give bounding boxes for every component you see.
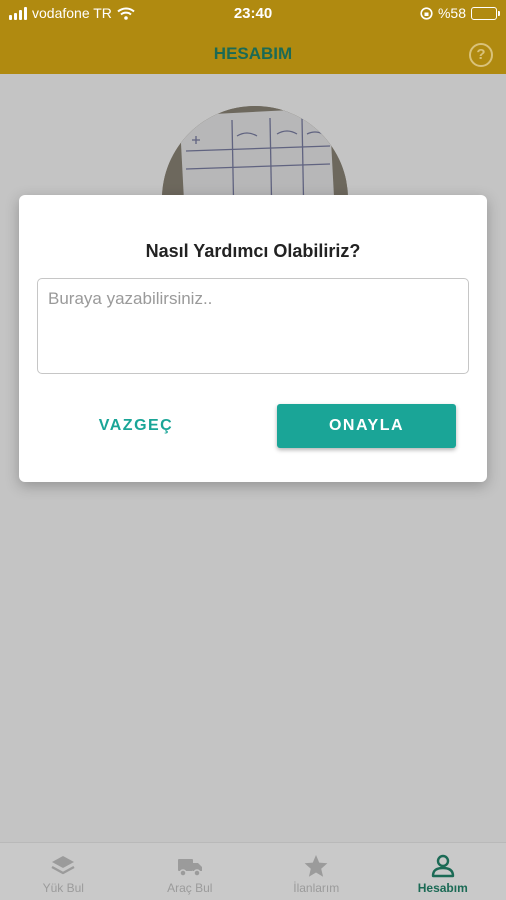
tab-ilanlarim[interactable]: İlanlarım <box>253 843 380 900</box>
status-bar: vodafone TR 23:40 %58 <box>0 0 506 28</box>
bottom-tab-bar: Yük Bul Araç Bul İlanlarım Hesabım <box>0 842 506 900</box>
message-input[interactable] <box>37 278 469 374</box>
orientation-lock-icon <box>420 6 433 20</box>
question-circle-icon[interactable]: ? <box>469 43 493 67</box>
tab-hesabim[interactable]: Hesabım <box>380 843 506 900</box>
cancel-button[interactable]: VAZGEÇ <box>81 404 191 448</box>
tab-arac-bul[interactable]: Araç Bul <box>127 843 254 900</box>
tab-yuk-bul[interactable]: Yük Bul <box>0 843 127 900</box>
star-icon <box>304 855 328 877</box>
help-dialog: Nasıl Yardımcı Olabiliriz? VAZGEÇ ONAYLA <box>19 195 487 482</box>
battery-percent: %58 <box>437 5 466 21</box>
dialog-title: Nasıl Yardımcı Olabiliriz? <box>145 241 361 261</box>
tab-label: Hesabım <box>417 881 468 895</box>
tab-label: İlanlarım <box>293 881 340 895</box>
truck-icon <box>177 859 202 877</box>
user-icon <box>431 854 454 878</box>
tab-label: Araç Bul <box>167 881 213 895</box>
battery-icon <box>471 6 500 20</box>
page-title: HESABIM <box>213 44 293 63</box>
confirm-button[interactable]: ONAYLA <box>277 404 456 448</box>
app-bar: HESABIM ? <box>0 28 506 74</box>
status-right: %58 <box>420 5 500 21</box>
tab-label: Yük Bul <box>42 881 84 895</box>
layers-icon <box>51 856 75 875</box>
